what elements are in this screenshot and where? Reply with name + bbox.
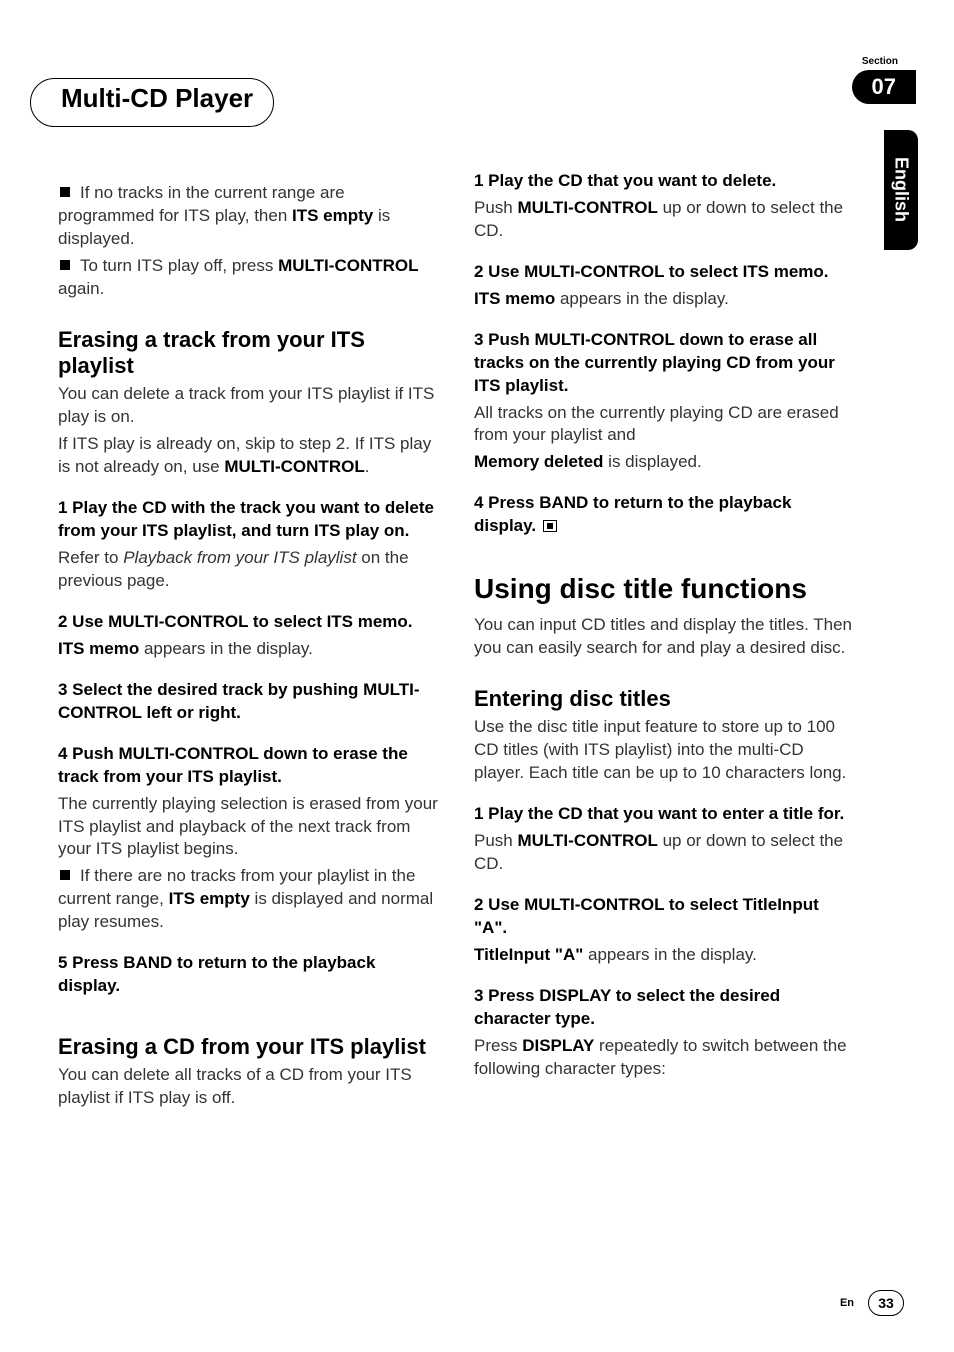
step-4: 4 Push MULTI-CONTROL down to erase the t… — [58, 743, 438, 789]
r-step-1-body: Push MULTI-CONTROL up or down to select … — [474, 197, 854, 243]
right-column: 1 Play the CD that you want to delete. P… — [474, 170, 854, 1252]
bullet-its-empty: If no tracks in the current range are pr… — [58, 182, 438, 251]
chapter-title: Multi-CD Player — [30, 78, 274, 127]
heading-erase-cd: Erasing a CD from your ITS playlist — [58, 1034, 438, 1060]
bullet-turn-off: To turn ITS play off, press MULTI-CONTRO… — [58, 255, 438, 301]
e-step-2: 2 Use MULTI-CONTROL to select TitleInput… — [474, 894, 854, 940]
step-4-body: The currently playing selection is erase… — [58, 793, 438, 862]
e-step-2-body: TitleInput "A" appears in the display. — [474, 944, 854, 967]
para-entering-disc-titles: Use the disc title input feature to stor… — [474, 716, 854, 785]
r-step-4: 4 Press BAND to return to the playback d… — [474, 492, 854, 538]
footer-lang: En — [840, 1297, 854, 1309]
e-step-3: 3 Press DISPLAY to select the desired ch… — [474, 985, 854, 1031]
square-bullet-icon — [60, 187, 70, 197]
left-column: If no tracks in the current range are pr… — [58, 170, 438, 1252]
para-erase-track-2: If ITS play is already on, skip to step … — [58, 433, 438, 479]
heading-entering-disc-titles: Entering disc titles — [474, 686, 854, 712]
r-step-2-body: ITS memo appears in the display. — [474, 288, 854, 311]
section-number-badge: 07 — [852, 70, 916, 104]
square-bullet-icon — [60, 870, 70, 880]
page-footer: En 33 — [840, 1290, 904, 1316]
step-4-bullet: If there are no tracks from your playlis… — [58, 865, 438, 934]
end-section-icon — [543, 520, 557, 532]
para-erase-cd: You can delete all tracks of a CD from y… — [58, 1064, 438, 1110]
step-5: 5 Press BAND to return to the playback d… — [58, 952, 438, 998]
r-step-3: 3 Push MULTI-CONTROL down to erase all t… — [474, 329, 854, 398]
r-step-3-body2: Memory deleted is displayed. — [474, 451, 854, 474]
e-step-1-body: Push MULTI-CONTROL up or down to select … — [474, 830, 854, 876]
heading-erase-track: Erasing a track from your ITS playlist — [58, 327, 438, 380]
page-number: 33 — [868, 1290, 904, 1316]
step-2: 2 Use MULTI-CONTROL to select ITS memo. — [58, 611, 438, 634]
step-1-body: Refer to Playback from your ITS playlist… — [58, 547, 438, 593]
r-step-2: 2 Use MULTI-CONTROL to select ITS memo. — [474, 261, 854, 284]
language-tab: English — [884, 130, 918, 250]
para-disc-title-functions: You can input CD titles and display the … — [474, 614, 854, 660]
e-step-3-body: Press DISPLAY repeatedly to switch betwe… — [474, 1035, 854, 1081]
r-step-1: 1 Play the CD that you want to delete. — [474, 170, 854, 193]
section-label: Section — [862, 56, 898, 67]
r-step-3-body: All tracks on the currently playing CD a… — [474, 402, 854, 448]
step-1: 1 Play the CD with the track you want to… — [58, 497, 438, 543]
content-columns: If no tracks in the current range are pr… — [58, 170, 854, 1252]
heading-disc-title-functions: Using disc title functions — [474, 570, 854, 608]
page-header: Multi-CD Player Section 07 — [0, 28, 954, 88]
e-step-1: 1 Play the CD that you want to enter a t… — [474, 803, 854, 826]
step-2-body: ITS memo appears in the display. — [58, 638, 438, 661]
step-3: 3 Select the desired track by pushing MU… — [58, 679, 438, 725]
square-bullet-icon — [60, 260, 70, 270]
para-erase-track-1: You can delete a track from your ITS pla… — [58, 383, 438, 429]
